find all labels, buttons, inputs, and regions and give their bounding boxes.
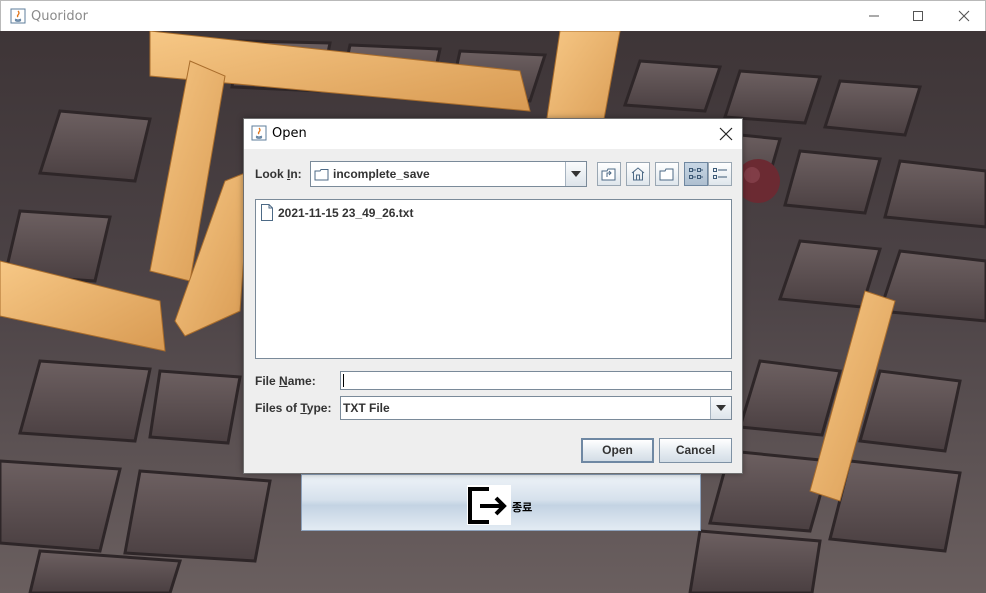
minimize-icon [869,15,879,17]
java-app-icon [10,8,26,24]
java-app-icon [251,125,267,141]
open-file-dialog: Open Look In: incomplete_save 2021-11-15… [243,118,743,474]
look-in-dropdown-arrow[interactable] [565,162,586,186]
new-folder-button[interactable] [655,162,679,186]
minimize-button[interactable] [851,1,897,31]
exit-door-icon [467,485,511,525]
maximize-button[interactable] [895,1,941,31]
close-icon [719,127,733,141]
file-name-field[interactable] [340,371,732,390]
close-window-button[interactable] [941,1,986,31]
exit-button-label: 종료 [512,501,533,514]
file-type-combobox[interactable]: TXT File [340,396,732,420]
look-in-value: incomplete_save [333,167,430,181]
close-icon [958,10,970,22]
dialog-close-button[interactable] [714,123,738,145]
up-one-level-button[interactable] [597,162,621,186]
maximize-icon [913,11,923,21]
new-folder-icon [659,168,674,181]
up-one-level-icon [601,168,616,181]
home-icon [631,167,645,181]
window-title: Quoridor [31,9,88,24]
file-name-label: File Name: [255,374,316,388]
list-view-button[interactable] [684,162,708,186]
chevron-down-icon [716,405,726,411]
list-view-icon [689,168,703,179]
details-view-icon [713,168,727,179]
file-name-text: 2021-11-15 23_49_26.txt [278,206,414,220]
exit-button[interactable]: 종료 [301,474,701,531]
dialog-titlebar: Open [244,119,742,149]
text-caret [343,374,344,387]
dialog-title: Open [272,126,307,141]
look-in-combobox[interactable]: incomplete_save [310,161,587,187]
home-button[interactable] [626,162,650,186]
open-button[interactable]: Open [581,438,654,463]
file-type-value: TXT File [343,401,390,415]
file-type-label: Files of Type: [255,401,332,415]
file-icon [261,204,273,221]
chevron-down-icon [571,171,581,177]
folder-icon [314,169,329,181]
details-view-button[interactable] [708,162,732,186]
file-type-dropdown-arrow[interactable] [710,397,731,419]
window-titlebar: Quoridor [0,0,986,31]
cancel-button[interactable]: Cancel [659,438,732,463]
look-in-label: Look In: [255,167,302,181]
file-list[interactable]: 2021-11-15 23_49_26.txt [255,199,732,359]
